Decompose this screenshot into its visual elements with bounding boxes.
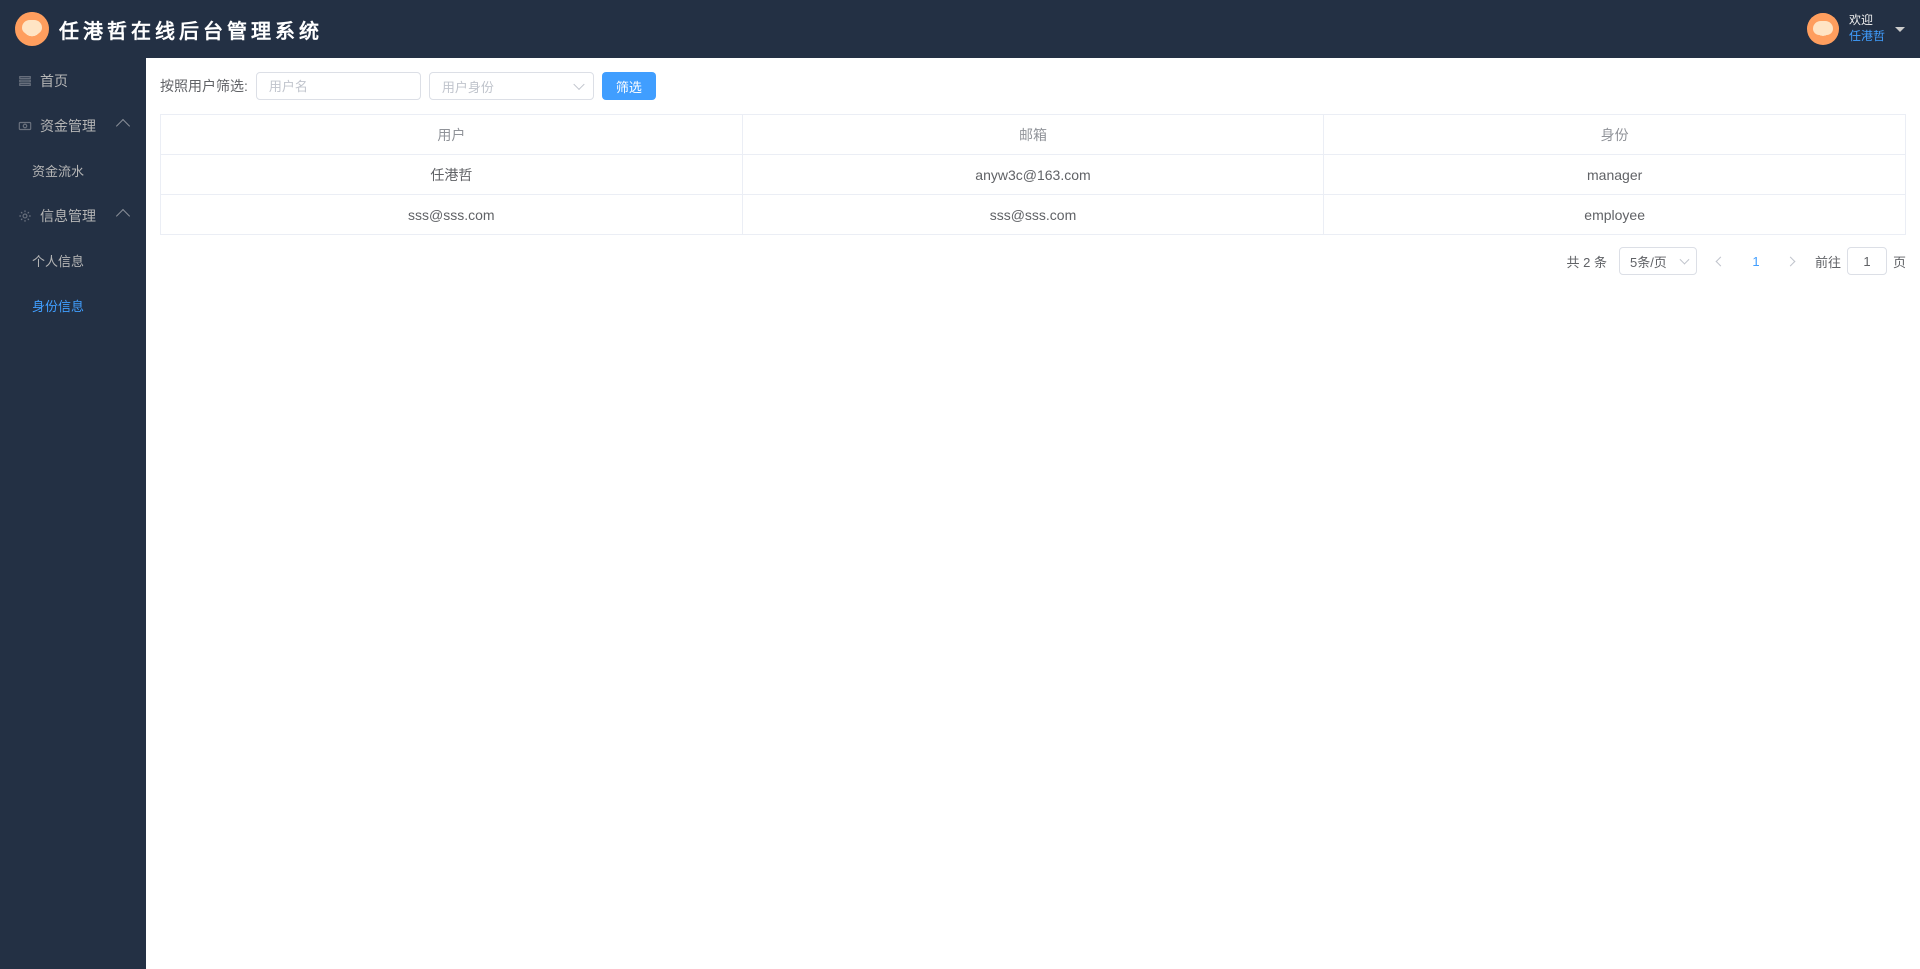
money-icon	[18, 119, 32, 133]
select-placeholder: 用户身份	[442, 77, 494, 96]
welcome-block: 欢迎 任港哲	[1849, 13, 1885, 44]
pagination: 共 2 条 5条/页 1 前往 页	[160, 247, 1906, 275]
table-row[interactable]: 任港哲 anyw3c@163.com manager	[161, 155, 1906, 195]
app-title: 任港哲在线后台管理系统	[59, 15, 323, 44]
table-header-row: 用户 邮箱 身份	[161, 115, 1906, 155]
gear-icon	[18, 209, 32, 223]
user-avatar	[1807, 13, 1839, 45]
next-page-button[interactable]	[1779, 249, 1803, 273]
sidebar-item-label: 信息管理	[40, 206, 96, 226]
cell-user: 任港哲	[161, 155, 743, 195]
page-size-select[interactable]: 5条/页	[1619, 247, 1697, 275]
sidebar-subitem-personal[interactable]: 个人信息	[0, 238, 146, 283]
sidebar-item-label: 身份信息	[32, 296, 84, 315]
sidebar-subitem-identity[interactable]: 身份信息	[0, 283, 146, 328]
col-email: 邮箱	[742, 115, 1324, 155]
jump-prefix: 前往	[1815, 252, 1841, 271]
identity-select[interactable]: 用户身份	[429, 72, 594, 100]
chevron-up-icon	[116, 208, 130, 222]
jump-input[interactable]	[1847, 247, 1887, 275]
chevron-down-icon	[1895, 27, 1905, 32]
chevron-left-icon	[1716, 256, 1726, 266]
main-content: 按照用户筛选: 用户身份 筛选 用户 邮箱 身份 任港哲 anyw3c@163.…	[146, 58, 1920, 969]
table-row[interactable]: sss@sss.com sss@sss.com employee	[161, 195, 1906, 235]
data-table: 用户 邮箱 身份 任港哲 anyw3c@163.com manager sss@…	[160, 114, 1906, 235]
jump-to-page: 前往 页	[1815, 247, 1906, 275]
filter-label: 按照用户筛选:	[160, 76, 248, 96]
sidebar-item-label: 个人信息	[32, 251, 84, 270]
user-dropdown[interactable]: 欢迎 任港哲	[1807, 13, 1905, 45]
jump-suffix: 页	[1893, 252, 1906, 271]
home-icon	[18, 74, 32, 88]
chevron-up-icon	[116, 118, 130, 132]
sidebar-subitem-funds-flow[interactable]: 资金流水	[0, 148, 146, 193]
total-text: 共 2 条	[1567, 252, 1607, 271]
filter-row: 按照用户筛选: 用户身份 筛选	[160, 72, 1906, 100]
filter-button[interactable]: 筛选	[602, 72, 656, 100]
cell-user: sss@sss.com	[161, 195, 743, 235]
sidebar-item-label: 首页	[40, 71, 68, 91]
sidebar-item-home[interactable]: 首页	[0, 58, 146, 103]
cell-identity: manager	[1324, 155, 1906, 195]
cell-identity: employee	[1324, 195, 1906, 235]
chevron-right-icon	[1786, 256, 1796, 266]
chevron-down-icon	[1680, 255, 1690, 265]
username-input[interactable]	[256, 72, 421, 100]
welcome-name: 任港哲	[1849, 29, 1885, 45]
header-left: 任港哲在线后台管理系统	[15, 12, 323, 46]
col-identity: 身份	[1324, 115, 1906, 155]
cell-email: sss@sss.com	[742, 195, 1324, 235]
page-size-text: 5条/页	[1630, 252, 1667, 271]
welcome-text: 欢迎	[1849, 13, 1885, 29]
col-user: 用户	[161, 115, 743, 155]
page-number[interactable]: 1	[1745, 254, 1767, 269]
sidebar-item-label: 资金流水	[32, 161, 84, 180]
app-logo-avatar	[15, 12, 49, 46]
prev-page-button[interactable]	[1709, 249, 1733, 273]
sidebar: 首页 资金管理 资金流水 信息管理 个人信息	[0, 58, 146, 969]
sidebar-item-funds[interactable]: 资金管理	[0, 103, 146, 148]
cell-email: anyw3c@163.com	[742, 155, 1324, 195]
chevron-down-icon	[573, 79, 584, 90]
sidebar-item-label: 资金管理	[40, 116, 96, 136]
app-header: 任港哲在线后台管理系统 欢迎 任港哲	[0, 0, 1920, 58]
sidebar-item-info[interactable]: 信息管理	[0, 193, 146, 238]
